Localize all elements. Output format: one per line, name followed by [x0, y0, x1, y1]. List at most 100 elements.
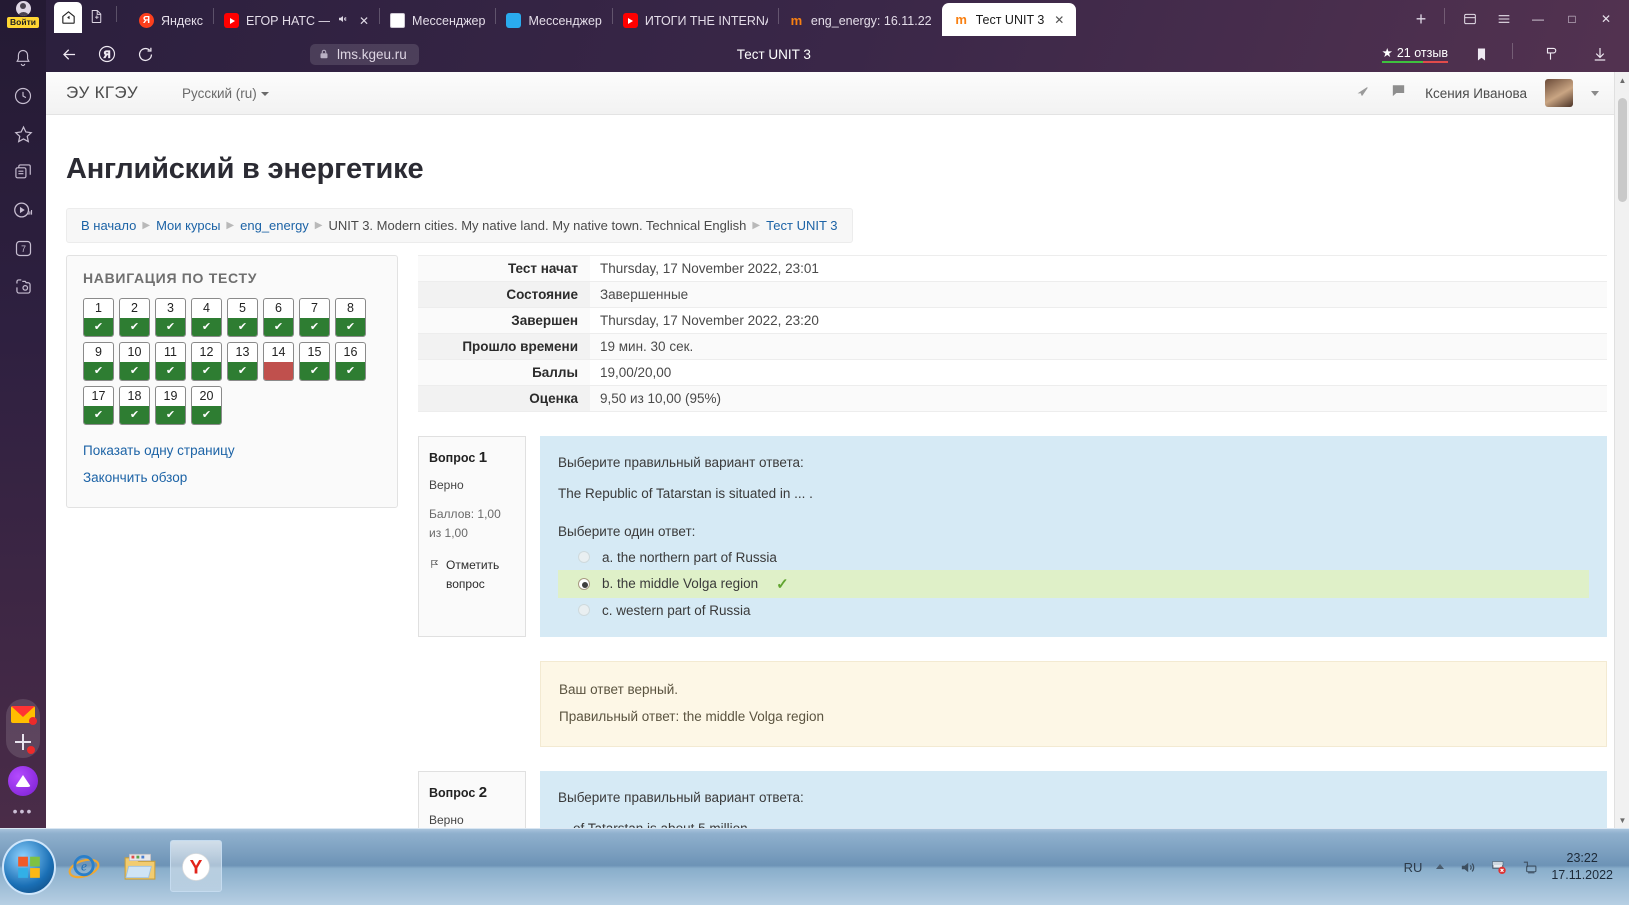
svg-text:Y: Y [190, 857, 203, 878]
scroll-down-icon[interactable]: ▼ [1615, 812, 1629, 828]
volume-icon[interactable] [1458, 859, 1477, 876]
browser-menu-icon[interactable] [1489, 6, 1519, 32]
breadcrumb-item-home[interactable]: В начало [81, 218, 136, 233]
quiz-nav-button-20[interactable]: 20 ✔ [191, 386, 222, 425]
url-text: lms.kgeu.ru [337, 46, 407, 62]
tab-messenger-telegram[interactable]: Мессенджер [496, 5, 611, 36]
quiz-nav-number: 5 [239, 301, 246, 315]
tab-test-unit-3[interactable]: m Тест UNIT 3 ✕ [941, 3, 1077, 36]
scroll-up-icon[interactable]: ▲ [1615, 72, 1629, 88]
check-icon: ✔ [273, 320, 284, 333]
language-indicator[interactable]: RU [1404, 860, 1423, 875]
downloads-counter-icon[interactable]: 7 [11, 236, 35, 260]
quiz-nav-button-3[interactable]: 3 ✔ [155, 298, 186, 337]
clock[interactable]: 23:22 17.11.2022 [1551, 850, 1623, 884]
bookmark-icon[interactable] [1466, 39, 1496, 69]
quiz-nav-button-2[interactable]: 2 ✔ [119, 298, 150, 337]
sidebar-more-button[interactable]: ••• [13, 804, 34, 818]
show-one-page-link[interactable]: Показать одну страницу [83, 443, 381, 458]
flag-question-1[interactable]: Отметить вопрос [429, 556, 515, 593]
quiz-nav-number: 15 [307, 345, 322, 359]
tab-close-icon[interactable]: ✕ [359, 14, 369, 28]
quiz-nav-button-5[interactable]: 5 ✔ [227, 298, 258, 337]
quiz-nav-button-16[interactable]: 16 ✔ [335, 342, 366, 381]
user-name-label[interactable]: Ксения Иванова [1425, 86, 1527, 101]
language-menu[interactable]: Русский (ru) [182, 86, 269, 101]
quiz-nav-button-8[interactable]: 8 ✔ [335, 298, 366, 337]
breadcrumb-item-my-courses[interactable]: Мои курсы [156, 218, 220, 233]
quiz-nav-state: ✔ [228, 362, 257, 380]
show-hidden-icons-icon[interactable] [1434, 862, 1446, 872]
quiz-nav-button-9[interactable]: 9 ✔ [83, 342, 114, 381]
yandex-button[interactable]: Я [92, 39, 122, 69]
tab-layout-icon[interactable] [1455, 6, 1485, 32]
bookmarks-star-icon[interactable] [11, 122, 35, 146]
quiz-nav-button-15[interactable]: 15 ✔ [299, 342, 330, 381]
alice-assistant-icon[interactable] [8, 766, 38, 796]
radio-icon-selected[interactable] [578, 577, 590, 590]
site-brand[interactable]: ЭУ КГЭУ [66, 83, 138, 103]
back-button[interactable] [54, 39, 84, 69]
quiz-nav-button-11[interactable]: 11 ✔ [155, 342, 186, 381]
answer-option-c[interactable]: c. western part of Russia [558, 598, 1589, 623]
tab-messenger-doc[interactable]: Мессенджер [380, 5, 495, 36]
quiz-nav-button-7[interactable]: 7 ✔ [299, 298, 330, 337]
minimize-button[interactable]: — [1523, 6, 1553, 32]
tab-eng-energy[interactable]: m eng_energy: 16.11.22 [779, 5, 942, 36]
radio-icon[interactable] [578, 604, 590, 617]
tab-yandex[interactable]: Я Яндекс [129, 5, 213, 36]
answer-option-b[interactable]: b. the middle Volga region ✓ [558, 569, 1589, 598]
breadcrumb-item-course[interactable]: eng_energy [240, 218, 309, 233]
avatar[interactable] [1545, 79, 1573, 107]
url-field[interactable]: lms.kgeu.ru [310, 43, 419, 65]
tab-close-icon[interactable]: ✕ [1054, 13, 1064, 27]
messages-icon[interactable] [1390, 82, 1407, 104]
taskbar-file-explorer[interactable] [112, 836, 168, 898]
answer-label: a. the northern part of Russia [602, 549, 777, 565]
action-center-flag-icon[interactable] [1489, 859, 1508, 876]
quiz-nav-button-13[interactable]: 13 ✔ [227, 342, 258, 381]
sidebar-login-button[interactable]: Войти [0, 0, 46, 32]
reload-button[interactable] [130, 39, 160, 69]
quiz-nav-button-6[interactable]: 6 ✔ [263, 298, 294, 337]
tab-youtube-egor[interactable]: ЕГОР НАТС — Т ✕ [214, 5, 379, 36]
quiz-nav-button-18[interactable]: 18 ✔ [119, 386, 150, 425]
downloads-icon[interactable] [1585, 39, 1615, 69]
site-rating-badge[interactable]: ★ 21 отзыв [1381, 45, 1448, 63]
home-tab-button[interactable] [54, 2, 82, 33]
quiz-nav-button-19[interactable]: 19 ✔ [155, 386, 186, 425]
maximize-button[interactable]: □ [1557, 6, 1587, 32]
close-window-button[interactable]: ✕ [1591, 6, 1621, 32]
notifications-icon[interactable] [1353, 82, 1372, 104]
notifications-bell-icon[interactable] [11, 46, 35, 70]
network-icon[interactable] [1520, 859, 1539, 876]
address-bar[interactable]: lms.kgeu.ru Тест UNIT 3 [176, 41, 1372, 67]
answer-option-a[interactable]: a. the northern part of Russia [558, 545, 1589, 570]
page-scrollbar[interactable]: ▲ ▼ [1614, 72, 1629, 828]
breadcrumb-item-quiz[interactable]: Тест UNIT 3 [766, 218, 837, 233]
radio-icon[interactable] [578, 551, 590, 564]
tab-mute-icon[interactable] [337, 13, 349, 28]
history-clock-icon[interactable] [11, 84, 35, 108]
quiz-nav-button-4[interactable]: 4 ✔ [191, 298, 222, 337]
quiz-nav-button-17[interactable]: 17 ✔ [83, 386, 114, 425]
tab-youtube-itogi[interactable]: ИТОГИ THE INTERNA [613, 5, 778, 36]
start-button[interactable] [0, 836, 56, 898]
mail-icon[interactable] [11, 706, 37, 725]
extensions-icon[interactable] [1537, 39, 1567, 69]
quiz-nav-button-1[interactable]: 1 ✔ [83, 298, 114, 337]
taskbar-internet-explorer[interactable]: e [56, 836, 112, 898]
quiz-nav-button-10[interactable]: 10 ✔ [119, 342, 150, 381]
media-player-icon[interactable] [11, 198, 35, 222]
quiz-nav-button-12[interactable]: 12 ✔ [191, 342, 222, 381]
new-window-icon[interactable] [84, 4, 108, 28]
add-service-icon[interactable] [13, 732, 35, 754]
quiz-nav-button-14[interactable]: 14 [263, 342, 294, 381]
new-tab-button[interactable]: + [1408, 6, 1434, 32]
screenshot-icon[interactable] [11, 274, 35, 298]
scrollbar-thumb[interactable] [1618, 98, 1627, 202]
finish-review-link[interactable]: Закончить обзор [83, 470, 381, 485]
collections-icon[interactable] [11, 160, 35, 184]
chevron-down-icon[interactable] [1591, 90, 1599, 96]
taskbar-yandex-browser[interactable]: Y [168, 836, 224, 898]
